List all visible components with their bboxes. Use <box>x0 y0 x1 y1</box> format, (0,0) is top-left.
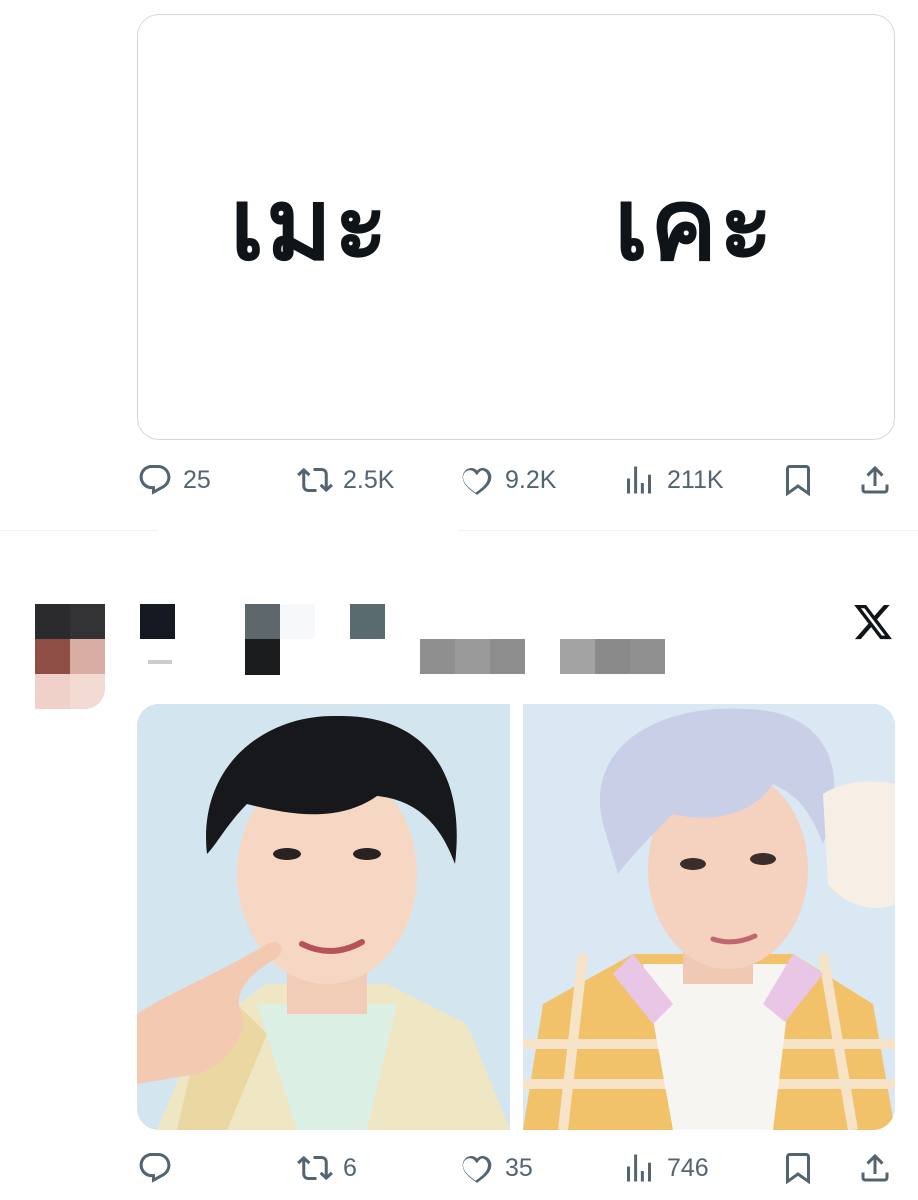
portrait-illustration-left <box>137 704 510 1130</box>
repost-count: 2.5K <box>343 466 395 494</box>
like-count: 9.2K <box>505 466 557 494</box>
share-button[interactable] <box>857 462 893 498</box>
views-icon <box>627 1154 651 1182</box>
redacted-pixel <box>350 604 385 639</box>
redacted-pixel <box>245 639 280 675</box>
divider-gap <box>158 526 458 534</box>
bookmark-icon <box>786 1153 810 1185</box>
repost-count: 6 <box>343 1154 357 1182</box>
views-count: 746 <box>667 1154 709 1182</box>
redacted-pixel <box>420 639 455 674</box>
share-icon <box>861 465 889 494</box>
share-button[interactable] <box>857 1150 893 1186</box>
redacted-pixel <box>148 660 172 664</box>
redacted-pixel <box>560 639 595 674</box>
views-button[interactable]: 211K <box>621 462 724 498</box>
redacted-pixel <box>490 639 525 674</box>
reply-icon <box>139 1153 171 1183</box>
redacted-pixel <box>595 639 630 674</box>
views-button[interactable]: 746 <box>621 1150 709 1186</box>
redacted-pixel <box>455 639 490 674</box>
like-icon <box>462 467 492 495</box>
media-text-left: เมะ <box>230 166 390 283</box>
avatar-pixel <box>35 639 70 674</box>
reply-button[interactable] <box>137 1150 183 1186</box>
repost-icon <box>297 467 333 493</box>
share-icon <box>861 1153 889 1182</box>
avatar-pixel <box>70 639 105 674</box>
photo-left[interactable] <box>137 704 510 1130</box>
repost-button[interactable]: 6 <box>297 1150 357 1186</box>
avatar[interactable] <box>35 604 105 709</box>
bookmark-button[interactable] <box>780 462 816 498</box>
tweet-divider <box>0 530 918 531</box>
tweet-action-bar: 25 2.5K 9.2K 211K <box>137 462 897 498</box>
redacted-pixel <box>630 639 665 674</box>
bookmark-button[interactable] <box>780 1150 816 1186</box>
tweet-media-card[interactable]: เมะ เคะ <box>137 14 895 440</box>
views-icon <box>627 466 651 494</box>
repost-icon <box>297 1155 333 1181</box>
x-logo[interactable] <box>852 601 894 643</box>
avatar-pixel <box>70 604 105 639</box>
redacted-pixel <box>280 604 315 639</box>
redacted-pixel <box>245 604 280 639</box>
redacted-pixel <box>140 604 175 639</box>
media-text-right: เคะ <box>614 166 775 283</box>
like-count: 35 <box>505 1154 533 1182</box>
bookmark-icon <box>786 465 810 497</box>
x-logo-icon <box>854 604 892 640</box>
reply-count: 25 <box>183 466 211 494</box>
like-button[interactable]: 9.2K <box>459 462 556 498</box>
redacted-user-header[interactable] <box>140 604 680 676</box>
avatar-pixel <box>35 604 70 639</box>
tweet-action-bar: 6 35 746 <box>137 1150 897 1186</box>
reply-icon <box>139 465 171 495</box>
repost-button[interactable]: 2.5K <box>297 462 394 498</box>
reply-button[interactable]: 25 <box>137 462 211 498</box>
portrait-illustration-right <box>523 704 895 1130</box>
like-icon <box>462 1155 492 1183</box>
views-count: 211K <box>667 466 724 494</box>
avatar-pixel <box>35 674 70 709</box>
tweet-media-grid[interactable] <box>137 704 895 1130</box>
photo-right[interactable] <box>523 704 895 1130</box>
avatar-pixel <box>70 674 105 709</box>
like-button[interactable]: 35 <box>459 1150 533 1186</box>
